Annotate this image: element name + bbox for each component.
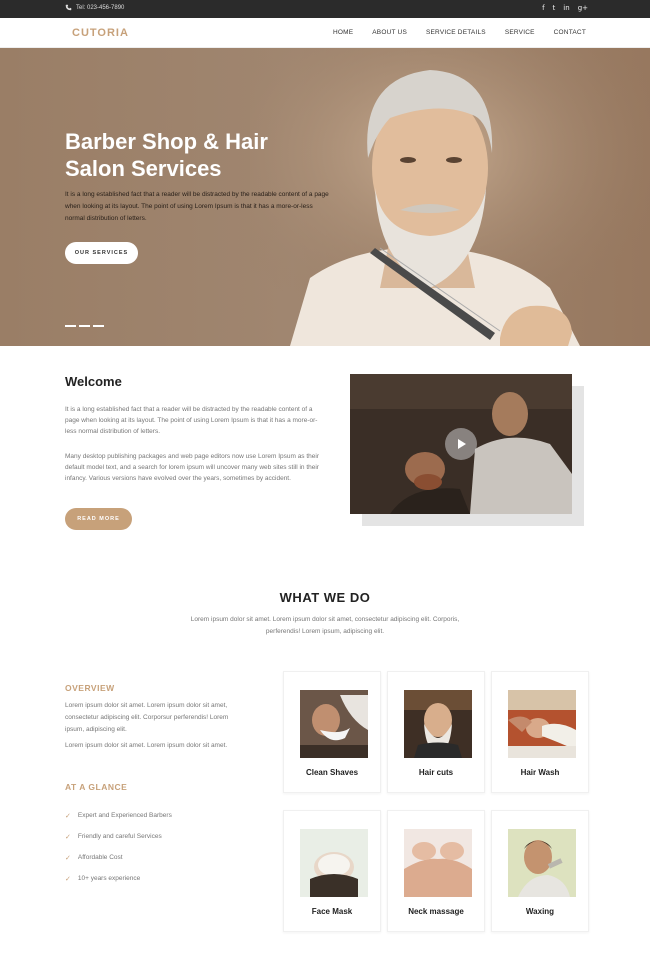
list-item: ✓ Expert and Experienced Barbers xyxy=(65,812,172,833)
service-label: Hair cuts xyxy=(418,768,454,777)
what-we-do-subtitle: Lorem ipsum dolor sit amet. Lorem ipsum … xyxy=(190,616,460,635)
slider-dot[interactable] xyxy=(79,325,90,327)
slider-dot[interactable] xyxy=(93,325,104,327)
hair-cuts-image xyxy=(404,690,472,758)
service-label: Waxing xyxy=(525,907,555,916)
main-navbar: CUTORIA HOME ABOUT US SERVICE DETAILS SE… xyxy=(0,18,650,48)
play-icon xyxy=(458,439,466,449)
service-card-neck-massage[interactable]: Neck massage xyxy=(387,810,485,932)
list-item: ✓ Affordable Cost xyxy=(65,854,172,875)
check-icon: ✓ xyxy=(65,854,71,862)
check-icon: ✓ xyxy=(65,833,71,841)
hero-description: It is a long established fact that a rea… xyxy=(65,191,329,222)
what-we-do-title: WHAT WE DO xyxy=(279,590,371,605)
service-label: Hair Wash xyxy=(520,768,560,777)
clean-shaves-image xyxy=(300,690,368,758)
phone-icon xyxy=(65,4,72,11)
play-button[interactable] xyxy=(445,428,477,460)
welcome-paragraph-2: Many desktop publishing packages and web… xyxy=(65,453,320,482)
service-card-hair-wash[interactable]: Hair Wash xyxy=(491,671,589,793)
social-links: f t in g+ xyxy=(542,4,588,13)
list-item-text: Affordable Cost xyxy=(77,854,123,861)
service-label: Neck massage xyxy=(408,907,464,916)
list-item: ✓ Friendly and careful Services xyxy=(65,833,172,854)
nav-item-home[interactable]: HOME xyxy=(333,29,353,36)
facebook-icon[interactable]: f xyxy=(542,4,544,13)
overview-title: OVERVIEW xyxy=(65,683,115,693)
at-a-glance-title: AT A GLANCE xyxy=(65,782,128,792)
list-item-text: 10+ years experience xyxy=(77,875,141,882)
hero-banner: Barber Shop & Hair Salon Services It is … xyxy=(0,48,650,346)
google-plus-icon[interactable]: g+ xyxy=(578,4,588,13)
hair-wash-image xyxy=(508,690,576,758)
twitter-icon[interactable]: t xyxy=(553,4,556,13)
welcome-paragraph-1: It is a long established fact that a rea… xyxy=(65,406,318,435)
welcome-title: Welcome xyxy=(65,374,122,389)
our-services-button[interactable]: OUR SERVICES xyxy=(65,242,138,264)
face-mask-image xyxy=(300,829,368,897)
phone-info: Tel: 023-456-7890 xyxy=(65,4,124,11)
service-label: Clean Shaves xyxy=(305,768,359,777)
check-icon: ✓ xyxy=(65,875,71,883)
slider-dots xyxy=(65,325,104,327)
video-player[interactable] xyxy=(350,374,572,514)
waxing-image xyxy=(508,829,576,897)
linkedin-icon[interactable]: in xyxy=(563,4,569,13)
list-item: ✓ 10+ years experience xyxy=(65,875,172,896)
service-card-hair-cuts[interactable]: Hair cuts xyxy=(387,671,485,793)
nav-item-service[interactable]: SERVICE xyxy=(505,29,535,36)
neck-massage-image xyxy=(404,829,472,897)
service-label: Face Mask xyxy=(311,907,353,916)
list-item-text: Friendly and careful Services xyxy=(77,833,162,840)
read-more-button[interactable]: READ MORE xyxy=(65,508,132,530)
nav-item-about-us[interactable]: ABOUT US xyxy=(372,29,407,36)
hero-title: Barber Shop & Hair Salon Services xyxy=(65,129,268,181)
service-card-clean-shaves[interactable]: Clean Shaves xyxy=(283,671,381,793)
nav-item-service-details[interactable]: SERVICE DETAILS xyxy=(426,29,486,36)
check-icon: ✓ xyxy=(65,812,71,820)
overview-paragraph-2: Lorem ipsum dolor sit amet. Lorem ipsum … xyxy=(65,742,228,749)
nav-menu: HOME ABOUT US SERVICE DETAILS SERVICE CO… xyxy=(333,29,586,36)
phone-number: Tel: 023-456-7890 xyxy=(76,4,125,11)
nav-item-contact[interactable]: CONTACT xyxy=(554,29,586,36)
service-card-waxing[interactable]: Waxing xyxy=(491,810,589,932)
glance-list: ✓ Expert and Experienced Barbers ✓ Friendl… xyxy=(65,812,172,896)
slider-dot[interactable] xyxy=(65,325,76,327)
overview-paragraph-1: Lorem ipsum dolor sit amet. Lorem ipsum … xyxy=(65,702,229,733)
service-card-face-mask[interactable]: Face Mask xyxy=(283,810,381,932)
site-logo[interactable]: CUTORIA xyxy=(72,27,129,39)
top-bar: Tel: 023-456-7890 f t in g+ xyxy=(0,0,650,18)
list-item-text: Expert and Experienced Barbers xyxy=(77,812,172,819)
